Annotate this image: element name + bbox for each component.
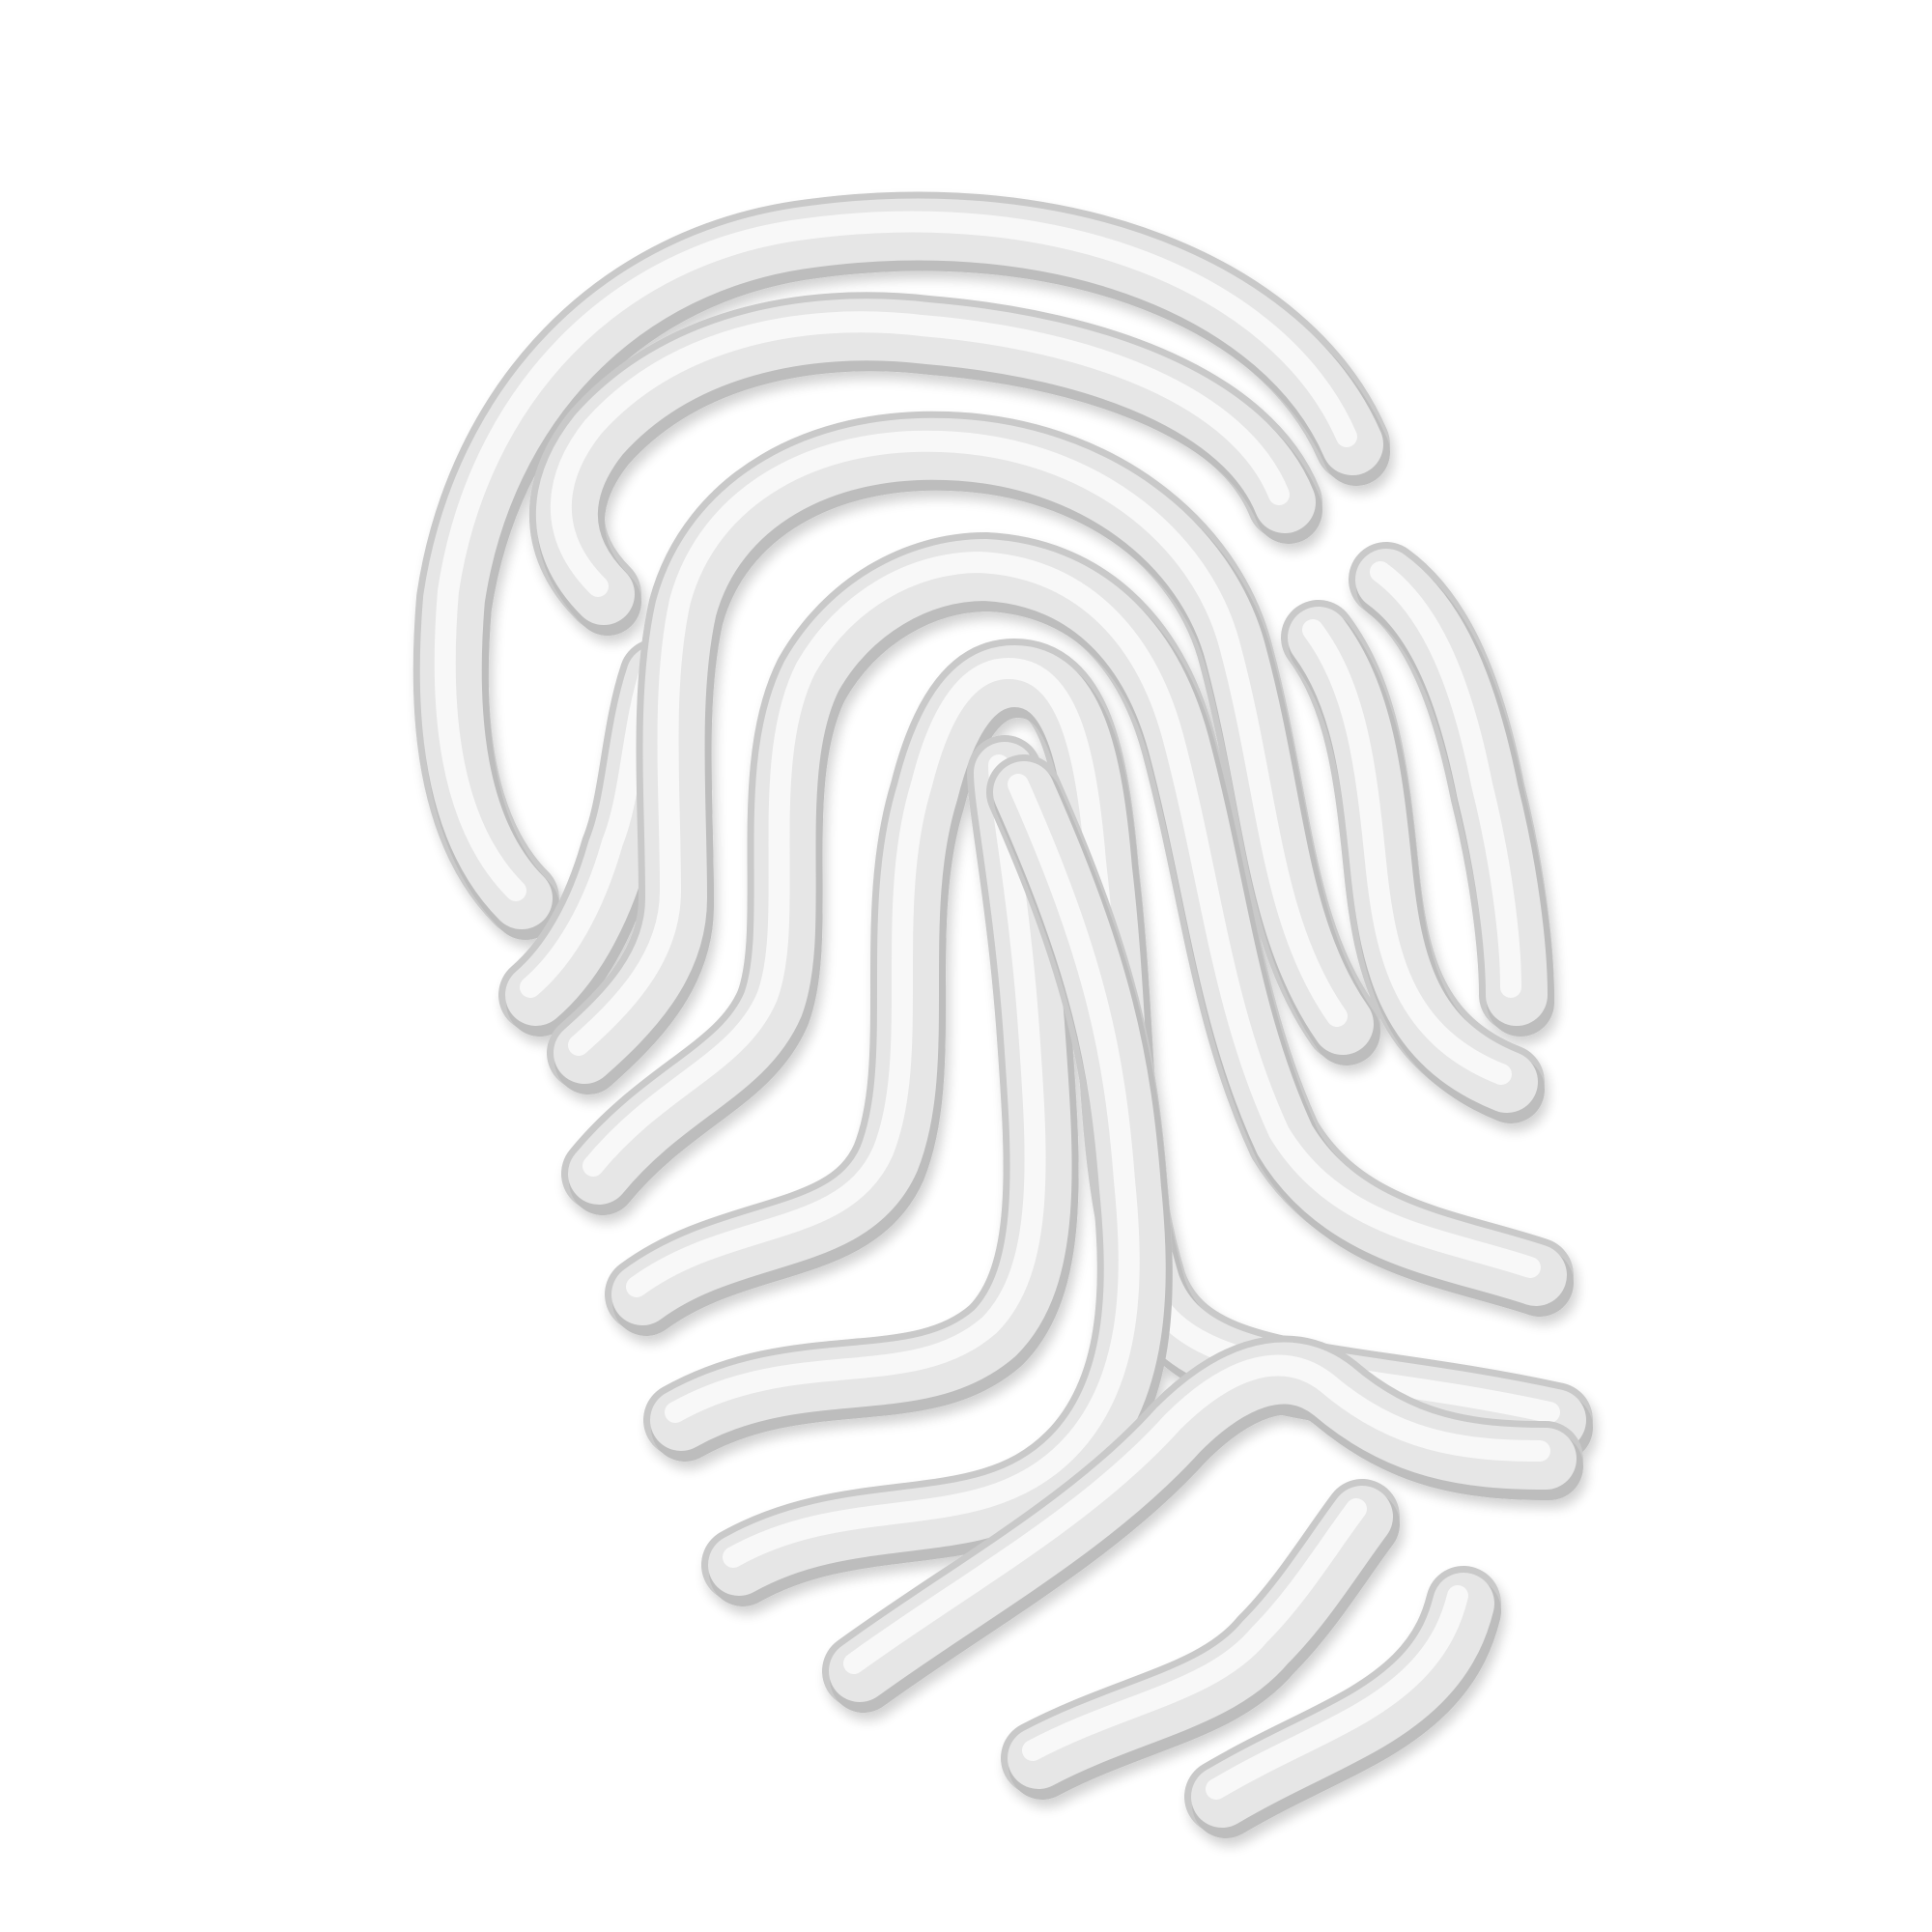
canvas xyxy=(0,0,1932,1932)
fingerprint-ridges xyxy=(412,191,1593,1838)
fingerprint-icon xyxy=(412,191,1593,1838)
